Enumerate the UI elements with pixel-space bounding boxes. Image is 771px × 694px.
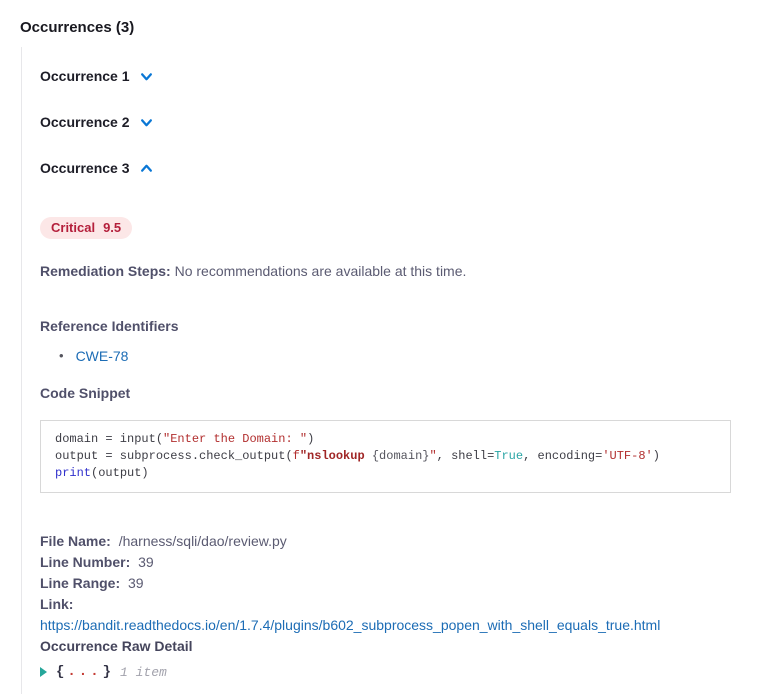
code-snippet-heading: Code Snippet <box>40 385 771 401</box>
expand-triangle-icon[interactable] <box>40 667 47 677</box>
file-name-value: /harness/sqli/dao/review.py <box>119 533 287 549</box>
bandit-doc-link[interactable]: https://bandit.readthedocs.io/en/1.7.4/p… <box>40 617 660 633</box>
raw-detail-heading: Occurrence Raw Detail <box>40 636 771 657</box>
file-name-row: File Name: /harness/sqli/dao/review.py <box>40 531 771 552</box>
occurrence-1-label: Occurrence 1 <box>40 68 130 85</box>
occurrences-panel: Occurrences (3) Occurrence 1 Occurrence … <box>0 0 771 694</box>
link-url-row: https://bandit.readthedocs.io/en/1.7.4/p… <box>40 615 771 636</box>
remediation-label: Remediation Steps: <box>40 263 171 279</box>
code-block: domain = input("Enter the Domain: ")outp… <box>40 420 731 493</box>
occurrence-metadata: File Name: /harness/sqli/dao/review.py L… <box>40 531 771 657</box>
occurrence-2-header[interactable]: Occurrence 2 <box>40 114 153 131</box>
line-range-label: Line Range: <box>40 575 120 591</box>
severity-label: Critical <box>51 220 95 236</box>
severity-badge: Critical 9.5 <box>40 217 132 239</box>
line-number-row: Line Number: 39 <box>40 552 771 573</box>
cwe-link[interactable]: CWE-78 <box>76 348 129 364</box>
line-range-value: 39 <box>128 575 144 591</box>
chevron-up-icon[interactable] <box>140 162 153 175</box>
json-dots: ... <box>67 664 101 680</box>
json-item-count: 1 item <box>120 665 167 680</box>
link-label: Link: <box>40 596 73 612</box>
occurrences-list: Occurrence 1 Occurrence 2 Occurrence 3 C… <box>21 47 771 694</box>
remediation-text: No recommendations are available at this… <box>175 263 467 279</box>
occurrence-3-detail: Critical 9.5 Remediation Steps: No recom… <box>40 206 771 680</box>
bullet-icon: • <box>59 348 64 364</box>
occurrence-3-header[interactable]: Occurrence 3 <box>40 160 153 177</box>
raw-detail-json-viewer: {...} 1 item <box>40 664 771 680</box>
json-collapsed-preview[interactable]: {...} <box>56 664 111 680</box>
chevron-down-icon[interactable] <box>140 70 153 83</box>
reference-identifiers-heading: Reference Identifiers <box>40 318 771 334</box>
line-range-row: Line Range: 39 <box>40 573 771 594</box>
reference-identifier-item: • CWE-78 <box>40 348 771 364</box>
file-name-label: File Name: <box>40 533 111 549</box>
occurrence-3-label: Occurrence 3 <box>40 160 130 177</box>
chevron-down-icon[interactable] <box>140 116 153 129</box>
occurrence-1-header[interactable]: Occurrence 1 <box>40 68 153 85</box>
page-title: Occurrences (3) <box>20 19 771 36</box>
severity-score: 9.5 <box>103 220 121 236</box>
remediation-steps: Remediation Steps: No recommendations ar… <box>40 263 771 280</box>
line-number-value: 39 <box>138 554 154 570</box>
link-label-row: Link: <box>40 594 771 615</box>
line-number-label: Line Number: <box>40 554 130 570</box>
occurrence-2-label: Occurrence 2 <box>40 114 130 131</box>
